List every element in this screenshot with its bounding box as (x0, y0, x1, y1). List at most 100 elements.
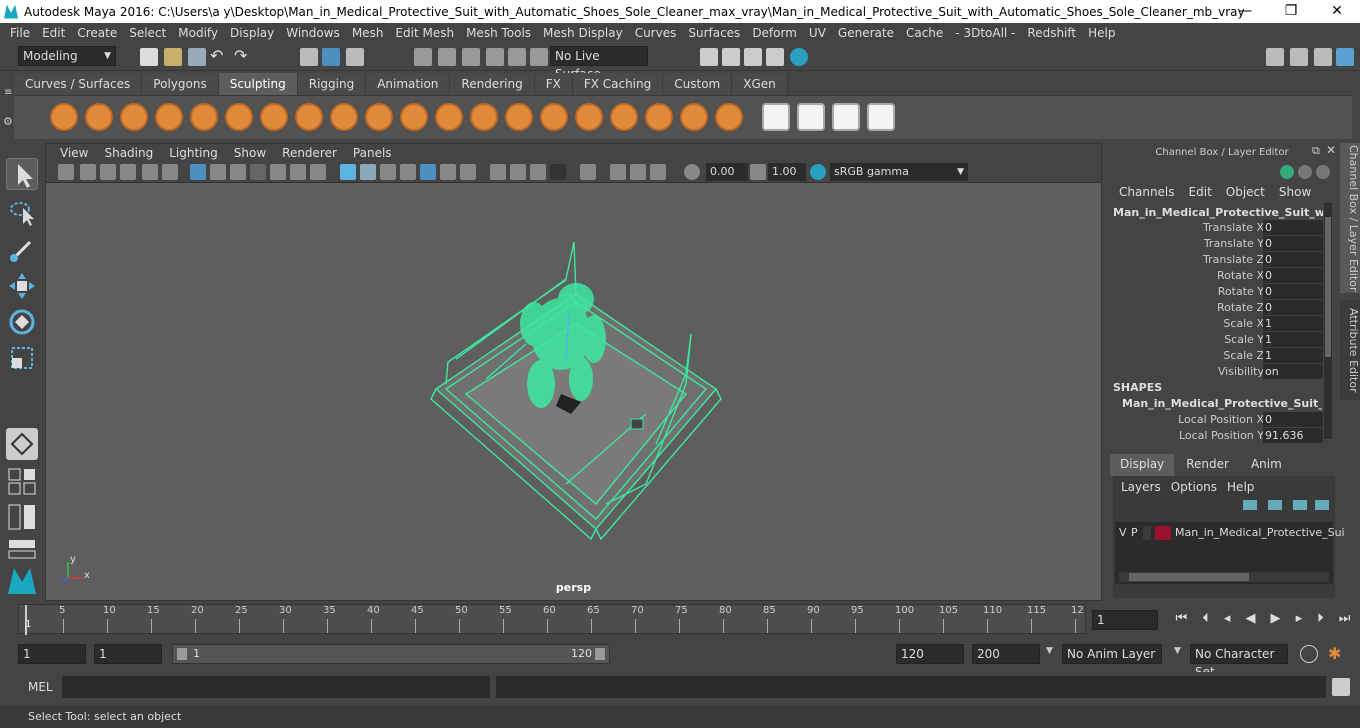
channel-row[interactable]: Translate Z0 (1108, 252, 1324, 268)
sculpt-tool-icon-7[interactable] (260, 103, 288, 131)
image-plane-icon[interactable] (120, 164, 136, 180)
xray-active-icon[interactable] (630, 164, 646, 180)
tab-sculpting[interactable]: Sculpting (218, 73, 298, 95)
channel-menu-channels[interactable]: Channels (1112, 185, 1182, 201)
menu-display[interactable]: Display (224, 26, 280, 40)
maximize-button[interactable]: ❐ (1268, 0, 1314, 23)
lasso-tool-icon[interactable] (6, 196, 38, 228)
layer-move-up-icon[interactable] (1243, 500, 1257, 510)
channel-menu-object[interactable]: Object (1219, 185, 1272, 201)
playback-start-field[interactable]: 1 (94, 644, 162, 664)
mel-command-input[interactable] (62, 676, 490, 698)
step-back-frame-icon[interactable]: ◂ (1224, 611, 1231, 631)
layer-move-down-icon[interactable] (1268, 500, 1282, 510)
textured-icon[interactable] (400, 164, 416, 180)
channel-row[interactable]: Rotate X0 (1108, 268, 1324, 284)
attribute-icon-3[interactable] (1316, 165, 1330, 179)
tab-rendering[interactable]: Rendering (450, 73, 535, 95)
menu-curves[interactable]: Curves (629, 26, 683, 40)
mel-label[interactable]: MEL (28, 680, 53, 694)
shelf-gear-icon[interactable]: ⚙ (3, 115, 13, 128)
field-chart-icon[interactable] (270, 164, 286, 180)
menu-help[interactable]: Help (1082, 26, 1121, 40)
shadows-icon[interactable] (460, 164, 476, 180)
xray-icon[interactable] (420, 164, 436, 180)
snap-grid-icon[interactable] (414, 48, 432, 66)
menu-cache[interactable]: Cache (900, 26, 949, 40)
live-surface-field[interactable]: No Live Surface (550, 46, 648, 81)
menu-mesh[interactable]: Mesh (346, 26, 390, 40)
layer-type-toggle[interactable] (1143, 526, 1151, 540)
snap-point-icon[interactable] (462, 48, 480, 66)
layer-menu-layers[interactable]: Layers (1119, 478, 1169, 494)
grid-icon[interactable] (190, 164, 206, 180)
viewport-menu-show[interactable]: Show (226, 146, 274, 160)
safe-action-icon[interactable] (290, 164, 306, 180)
minimize-button[interactable]: — (1222, 0, 1268, 23)
sculpt-tool-icon-10[interactable] (365, 103, 393, 131)
channel-value[interactable]: on (1263, 364, 1323, 379)
menu-create[interactable]: Create (71, 26, 123, 40)
step-back-key-icon[interactable]: ⏴ (1202, 611, 1209, 631)
close-panel-icon[interactable]: ✕ (1326, 143, 1336, 157)
range-slider[interactable]: 1 120 (172, 644, 610, 664)
ambient-occlusion-icon[interactable] (490, 164, 506, 180)
lighting-icon[interactable] (440, 164, 456, 180)
select-by-object-icon[interactable] (322, 48, 340, 66)
menu-uv[interactable]: UV (803, 26, 832, 40)
sculpt-tool-icon-21[interactable] (762, 103, 790, 131)
shape-name[interactable]: Man_in_Medical_Protective_Suit_wit... (1122, 397, 1322, 410)
snap-curve-icon[interactable] (438, 48, 456, 66)
layout-icon[interactable] (1290, 48, 1308, 66)
sculpt-tool-icon-8[interactable] (295, 103, 323, 131)
camera-attributes-icon[interactable] (80, 164, 96, 180)
viewport-menu-shading[interactable]: Shading (96, 146, 161, 160)
channel-value[interactable]: 0 (1263, 252, 1323, 267)
film-gate-icon[interactable] (210, 164, 226, 180)
auto-key-icon[interactable] (1300, 645, 1318, 663)
grease-pencil-icon[interactable] (162, 164, 178, 180)
channel-row[interactable]: Translate Y0 (1108, 236, 1324, 252)
sculpt-tool-icon-1[interactable] (50, 103, 78, 131)
sculpt-tool-icon-3[interactable] (120, 103, 148, 131)
new-layer-selected-icon[interactable] (1315, 500, 1329, 510)
shape-channel-value[interactable]: 0 (1263, 412, 1323, 427)
layer-playback-toggle[interactable]: P (1131, 526, 1138, 539)
menu-surfaces[interactable]: Surfaces (682, 26, 746, 40)
channel-value[interactable]: 1 (1263, 332, 1323, 347)
tab-custom[interactable]: Custom (663, 73, 733, 95)
time-ruler[interactable]: 1 5 10 15 20 25 30 35 40 45 50 55 60 65 70 75 80 85 90 95 1… (18, 604, 1086, 635)
viewport-menu-panels[interactable]: Panels (345, 146, 400, 160)
move-tool-icon[interactable] (6, 270, 38, 302)
undo-icon[interactable]: ↶ (210, 46, 223, 65)
anim-layer-dropdown[interactable]: No Anim Layer (1062, 644, 1162, 664)
current-time-indicator[interactable] (25, 605, 27, 635)
layer-scrollbar[interactable] (1119, 572, 1329, 582)
sculpt-tool-icon-11[interactable] (400, 103, 428, 131)
outliner-icon[interactable] (1314, 48, 1332, 66)
layer-name[interactable]: Man_in_Medical_Protective_Sui (1175, 526, 1345, 539)
viewport-panel[interactable]: View Shading Lighting Show Renderer Panels 0.… (45, 143, 1102, 601)
tab-xgen[interactable]: XGen (732, 73, 788, 95)
sculpt-tool-icon-18[interactable] (645, 103, 673, 131)
2d-pan-zoom-icon[interactable] (142, 164, 158, 180)
outliner-layout-icon[interactable] (6, 538, 38, 560)
channel-row[interactable]: Rotate Y0 (1108, 284, 1324, 300)
menu-lines-icon[interactable]: ≡ (4, 87, 12, 98)
script-editor-icon[interactable] (1332, 678, 1350, 696)
viewport-menu-renderer[interactable]: Renderer (274, 146, 345, 160)
animation-prefs-icon[interactable]: ✱ (1328, 644, 1341, 663)
viewport-menu-view[interactable]: View (52, 146, 96, 160)
tab-rigging[interactable]: Rigging (297, 73, 367, 95)
open-scene-icon[interactable] (164, 48, 182, 66)
gate-mask-icon[interactable] (250, 164, 266, 180)
redo-icon[interactable]: ↷ (234, 46, 247, 65)
select-by-component-icon[interactable] (346, 48, 364, 66)
attribute-icon-2[interactable] (1298, 165, 1312, 179)
viewport-menu-lighting[interactable]: Lighting (161, 146, 226, 160)
layer-tab-render[interactable]: Render (1176, 454, 1239, 476)
sculpt-tool-icon-14[interactable] (505, 103, 533, 131)
render-frame-icon[interactable] (722, 48, 740, 66)
new-scene-icon[interactable] (140, 48, 158, 66)
range-start-handle[interactable] (177, 648, 187, 660)
